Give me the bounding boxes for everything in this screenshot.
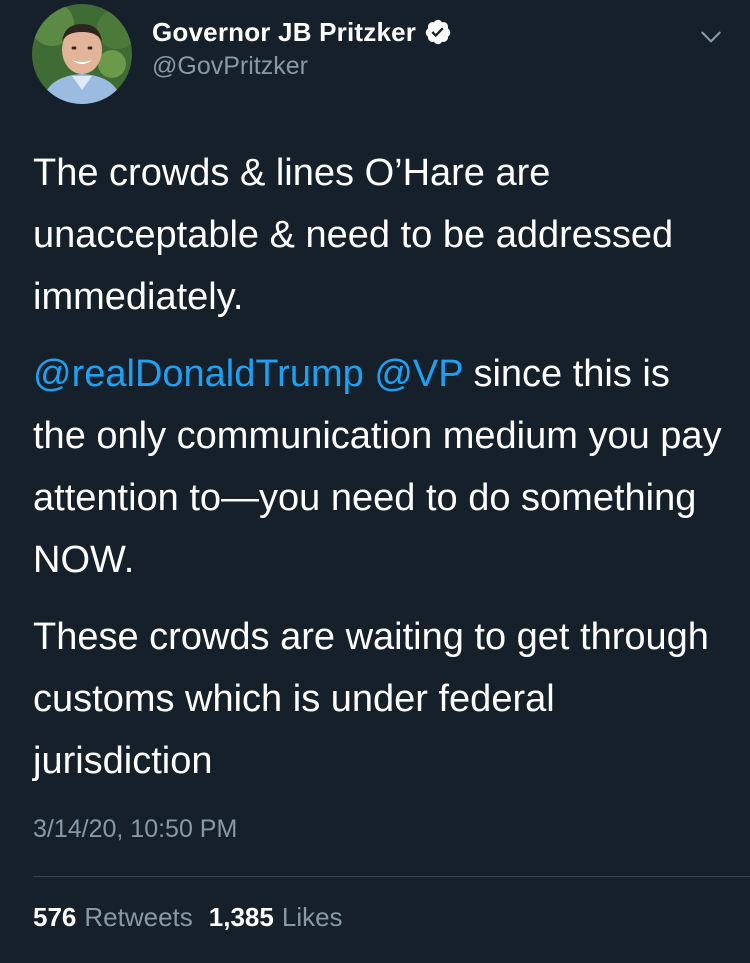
- mention-link[interactable]: @VP: [374, 353, 463, 395]
- display-name[interactable]: Governor JB Pritzker: [152, 17, 416, 48]
- tweet-timestamp[interactable]: 3/14/20, 10:50 PM: [33, 815, 237, 844]
- verified-badge-icon: [424, 18, 452, 46]
- tweet-paragraph: @realDonaldTrump @VP since this is the o…: [33, 343, 723, 591]
- retweets-stat[interactable]: 576 Retweets: [33, 902, 193, 933]
- user-handle[interactable]: @GovPritzker: [152, 52, 452, 81]
- author-block: Governor JB Pritzker @GovPritzker: [152, 14, 452, 81]
- likes-label: Likes: [281, 902, 343, 932]
- likes-stat[interactable]: 1,385 Likes: [209, 902, 343, 933]
- avatar[interactable]: [32, 4, 132, 104]
- chevron-down-icon[interactable]: [698, 24, 724, 50]
- divider: [33, 876, 750, 877]
- likes-count: 1,385: [208, 902, 274, 932]
- profile-photo-icon: [32, 4, 132, 104]
- tweet-card: Governor JB Pritzker @GovPritzker The cr…: [0, 0, 750, 963]
- tweet-stats: 576 Retweets 1,385 Likes: [33, 902, 359, 933]
- tweet-paragraph: The crowds & lines O’Hare are unacceptab…: [33, 152, 674, 318]
- tweet-header: Governor JB Pritzker @GovPritzker: [32, 4, 732, 104]
- retweets-label: Retweets: [84, 902, 193, 932]
- retweets-count: 576: [33, 902, 77, 932]
- name-row: Governor JB Pritzker: [152, 14, 452, 50]
- mention-link[interactable]: @realDonaldTrump: [33, 353, 364, 395]
- tweet-text: The crowds & lines O’Hare are unacceptab…: [33, 142, 723, 807]
- tweet-paragraph: These crowds are waiting to get through …: [33, 616, 709, 782]
